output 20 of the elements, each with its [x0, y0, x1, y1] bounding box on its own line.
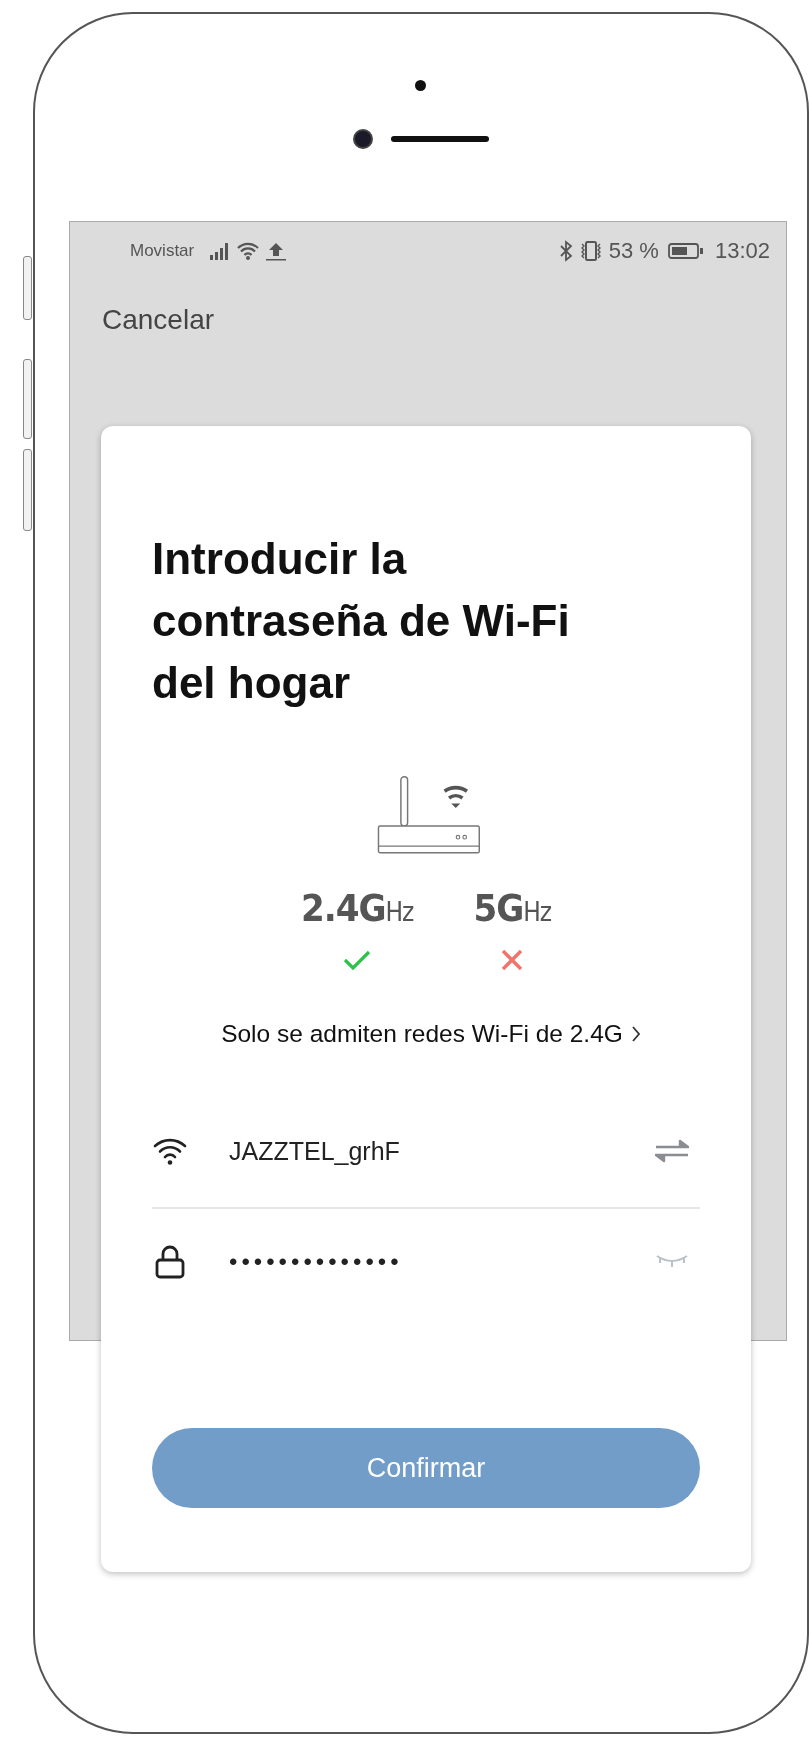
password-field[interactable]: ••••••••••••••: [229, 1248, 654, 1276]
wifi-icon: [236, 241, 261, 261]
frequency-label: 2.4GHz: [300, 886, 414, 930]
clock-time: 13:02: [714, 238, 770, 264]
network-info-link[interactable]: Solo se admiten redes Wi-Fi de 2.4G: [221, 1020, 641, 1048]
camera-lens: [353, 129, 373, 149]
upload-icon: [265, 241, 288, 261]
network-name: JAZZTEL_grhF: [229, 1136, 401, 1166]
chevron-right-icon: [630, 1025, 641, 1043]
switch-network-button[interactable]: [654, 1138, 690, 1164]
battery-percent: 53 %: [608, 238, 659, 264]
cancel-button[interactable]: Cancelar: [102, 304, 215, 336]
carrier-name: Movistar: [130, 241, 195, 261]
frequency-label: 5GHz: [473, 886, 552, 930]
sensor-dot: [414, 80, 426, 91]
bluetooth-icon: [558, 240, 573, 262]
swap-arrows-icon: [654, 1138, 690, 1164]
battery-icon: [667, 243, 704, 259]
wifi-icon: [152, 1136, 188, 1166]
page-title: Introducir la contraseña de Wi-Fi del hogar: [152, 533, 571, 709]
